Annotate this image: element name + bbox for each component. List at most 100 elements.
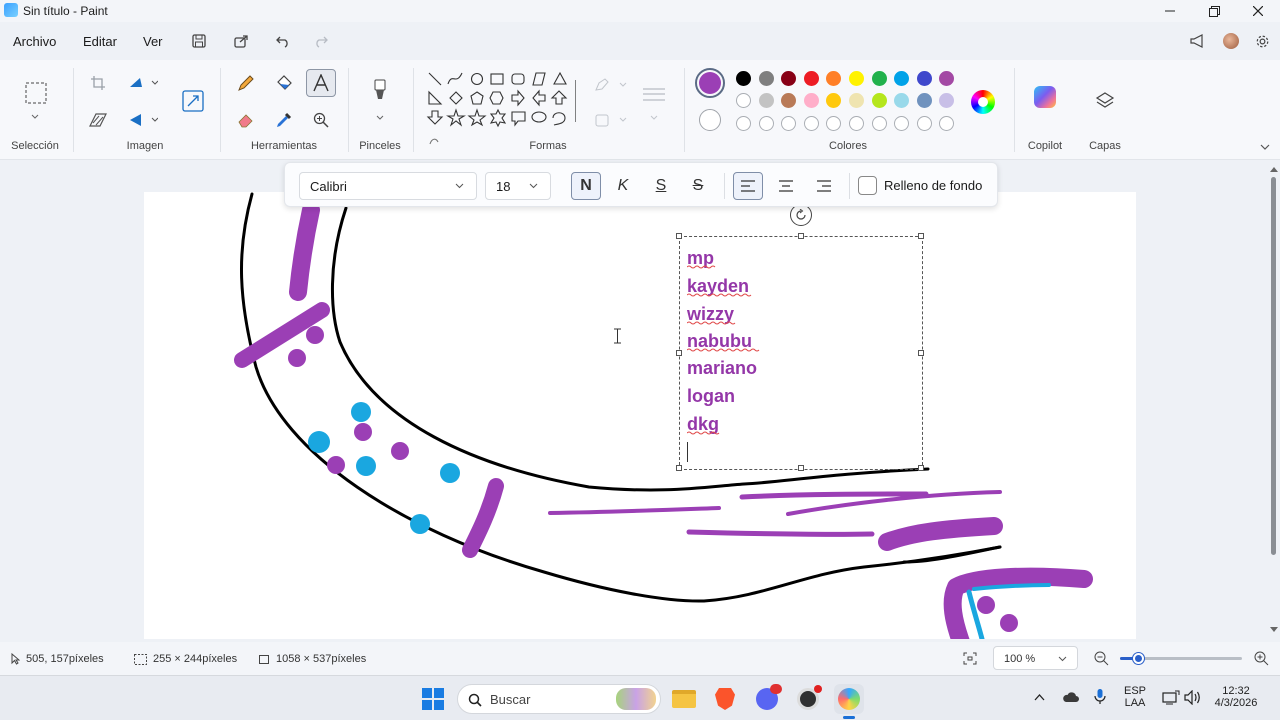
select-tool[interactable] xyxy=(22,79,50,107)
custom-color-slot[interactable] xyxy=(758,116,774,131)
settings-button[interactable] xyxy=(1251,31,1273,51)
color-swatch[interactable] xyxy=(871,71,887,86)
save-button[interactable] xyxy=(188,31,210,51)
custom-color-slot[interactable] xyxy=(894,116,910,131)
input-language[interactable]: ESP LAA xyxy=(1118,685,1152,709)
custom-color-slot[interactable] xyxy=(849,116,864,131)
volume-icon[interactable] xyxy=(1184,690,1202,705)
remove-background-button[interactable] xyxy=(85,107,111,133)
align-left-button[interactable] xyxy=(733,172,763,200)
custom-color-slot[interactable] xyxy=(781,116,797,131)
text-tool[interactable] xyxy=(306,69,336,97)
color-swatch[interactable] xyxy=(781,93,797,108)
color-swatch[interactable] xyxy=(871,93,887,108)
network-icon[interactable] xyxy=(1162,690,1180,705)
eraser-tool[interactable] xyxy=(233,107,259,133)
copilot-button[interactable] xyxy=(1030,82,1060,112)
custom-color-slot[interactable] xyxy=(803,116,819,131)
color-swatch[interactable] xyxy=(781,71,797,86)
close-button[interactable] xyxy=(1236,0,1280,22)
brushes-button[interactable] xyxy=(367,78,393,104)
menu-editar[interactable]: Editar xyxy=(83,34,117,49)
rotate-button[interactable] xyxy=(123,70,163,96)
resize-handle[interactable] xyxy=(676,350,682,356)
background-fill-checkbox[interactable] xyxy=(858,176,877,195)
color-swatch[interactable] xyxy=(758,71,774,86)
obs-app[interactable] xyxy=(793,684,823,714)
resize-handle[interactable] xyxy=(798,465,804,471)
undo-button[interactable] xyxy=(272,31,294,51)
color-swatch[interactable] xyxy=(826,71,842,86)
zoom-slider-thumb[interactable] xyxy=(1133,653,1144,664)
flip-button[interactable] xyxy=(123,107,163,133)
italic-button[interactable]: K xyxy=(608,172,638,200)
microphone-icon[interactable] xyxy=(1094,688,1106,706)
color-swatch[interactable] xyxy=(849,93,864,108)
scroll-down-icon[interactable] xyxy=(1270,627,1278,633)
secondary-color[interactable] xyxy=(699,109,721,131)
layers-button[interactable] xyxy=(1092,88,1118,114)
color-picker-tool[interactable] xyxy=(271,107,297,133)
magnifier-tool[interactable] xyxy=(308,107,334,133)
color-swatch[interactable] xyxy=(803,71,819,86)
shapes-gallery[interactable] xyxy=(426,70,576,148)
feedback-button[interactable] xyxy=(1186,31,1208,51)
color-swatch[interactable] xyxy=(849,71,864,86)
zoom-slider[interactable] xyxy=(1120,653,1242,664)
onedrive-cloud-icon[interactable] xyxy=(1062,690,1079,704)
restore-button[interactable] xyxy=(1192,0,1236,22)
file-explorer-app[interactable] xyxy=(669,684,699,714)
menu-ver[interactable]: Ver xyxy=(143,34,163,49)
discord-app[interactable] xyxy=(752,684,782,714)
color-swatch[interactable] xyxy=(916,93,932,108)
stroke-size-button[interactable] xyxy=(641,82,667,108)
custom-color-slot[interactable] xyxy=(916,116,932,131)
strikethrough-button[interactable]: S xyxy=(683,172,713,200)
color-swatch[interactable] xyxy=(736,71,751,86)
resize-handle[interactable] xyxy=(676,465,682,471)
color-swatch[interactable] xyxy=(736,93,751,108)
redo-button[interactable] xyxy=(309,31,331,51)
custom-color-slot[interactable] xyxy=(736,116,751,131)
minimize-button[interactable] xyxy=(1148,0,1192,22)
color-swatch[interactable] xyxy=(939,71,955,86)
resize-handle[interactable] xyxy=(918,465,924,471)
underline-button[interactable]: S xyxy=(646,172,676,200)
color-swatch[interactable] xyxy=(916,71,932,86)
brave-app[interactable] xyxy=(710,684,740,714)
text-box[interactable]: mp kayden wizzy nabubu mariano logan dkg xyxy=(676,233,924,471)
resize-handle[interactable] xyxy=(676,233,682,239)
chevron-down-icon[interactable] xyxy=(31,114,39,120)
menu-archivo[interactable]: Archivo xyxy=(13,34,56,49)
primary-color[interactable] xyxy=(695,68,725,98)
bold-button[interactable]: N xyxy=(571,172,601,200)
fit-to-window-icon[interactable] xyxy=(963,652,977,665)
align-right-button[interactable] xyxy=(809,172,839,200)
color-swatch[interactable] xyxy=(894,71,910,86)
chevron-down-icon[interactable] xyxy=(650,115,658,121)
scroll-up-icon[interactable] xyxy=(1270,167,1278,173)
font-family-select[interactable]: Calibri xyxy=(299,172,477,200)
rotate-handle[interactable] xyxy=(790,204,812,226)
pencil-tool[interactable] xyxy=(233,70,259,96)
resize-handle[interactable] xyxy=(798,233,804,239)
vertical-scrollbar[interactable] xyxy=(1268,161,1280,642)
chevron-down-icon[interactable] xyxy=(376,115,384,121)
taskbar-search[interactable]: Buscar xyxy=(457,684,661,714)
zoom-select[interactable]: 100 % xyxy=(993,646,1078,670)
edit-colors-button[interactable] xyxy=(971,90,995,114)
color-swatch[interactable] xyxy=(758,93,774,108)
crop-button[interactable] xyxy=(85,70,111,96)
clock[interactable]: 12:32 4/3/2026 xyxy=(1208,685,1264,709)
account-avatar[interactable] xyxy=(1220,31,1242,51)
color-swatch[interactable] xyxy=(826,93,842,108)
font-size-select[interactable]: 18 xyxy=(485,172,551,200)
drawing-canvas[interactable] xyxy=(144,192,1136,639)
resize-handle[interactable] xyxy=(918,233,924,239)
custom-color-slot[interactable] xyxy=(826,116,842,131)
custom-color-slot[interactable] xyxy=(939,116,955,131)
zoom-out-icon[interactable] xyxy=(1094,651,1109,666)
zoom-in-icon[interactable] xyxy=(1254,651,1269,666)
paint-taskbar-app[interactable] xyxy=(834,684,864,719)
color-swatch[interactable] xyxy=(894,93,910,108)
